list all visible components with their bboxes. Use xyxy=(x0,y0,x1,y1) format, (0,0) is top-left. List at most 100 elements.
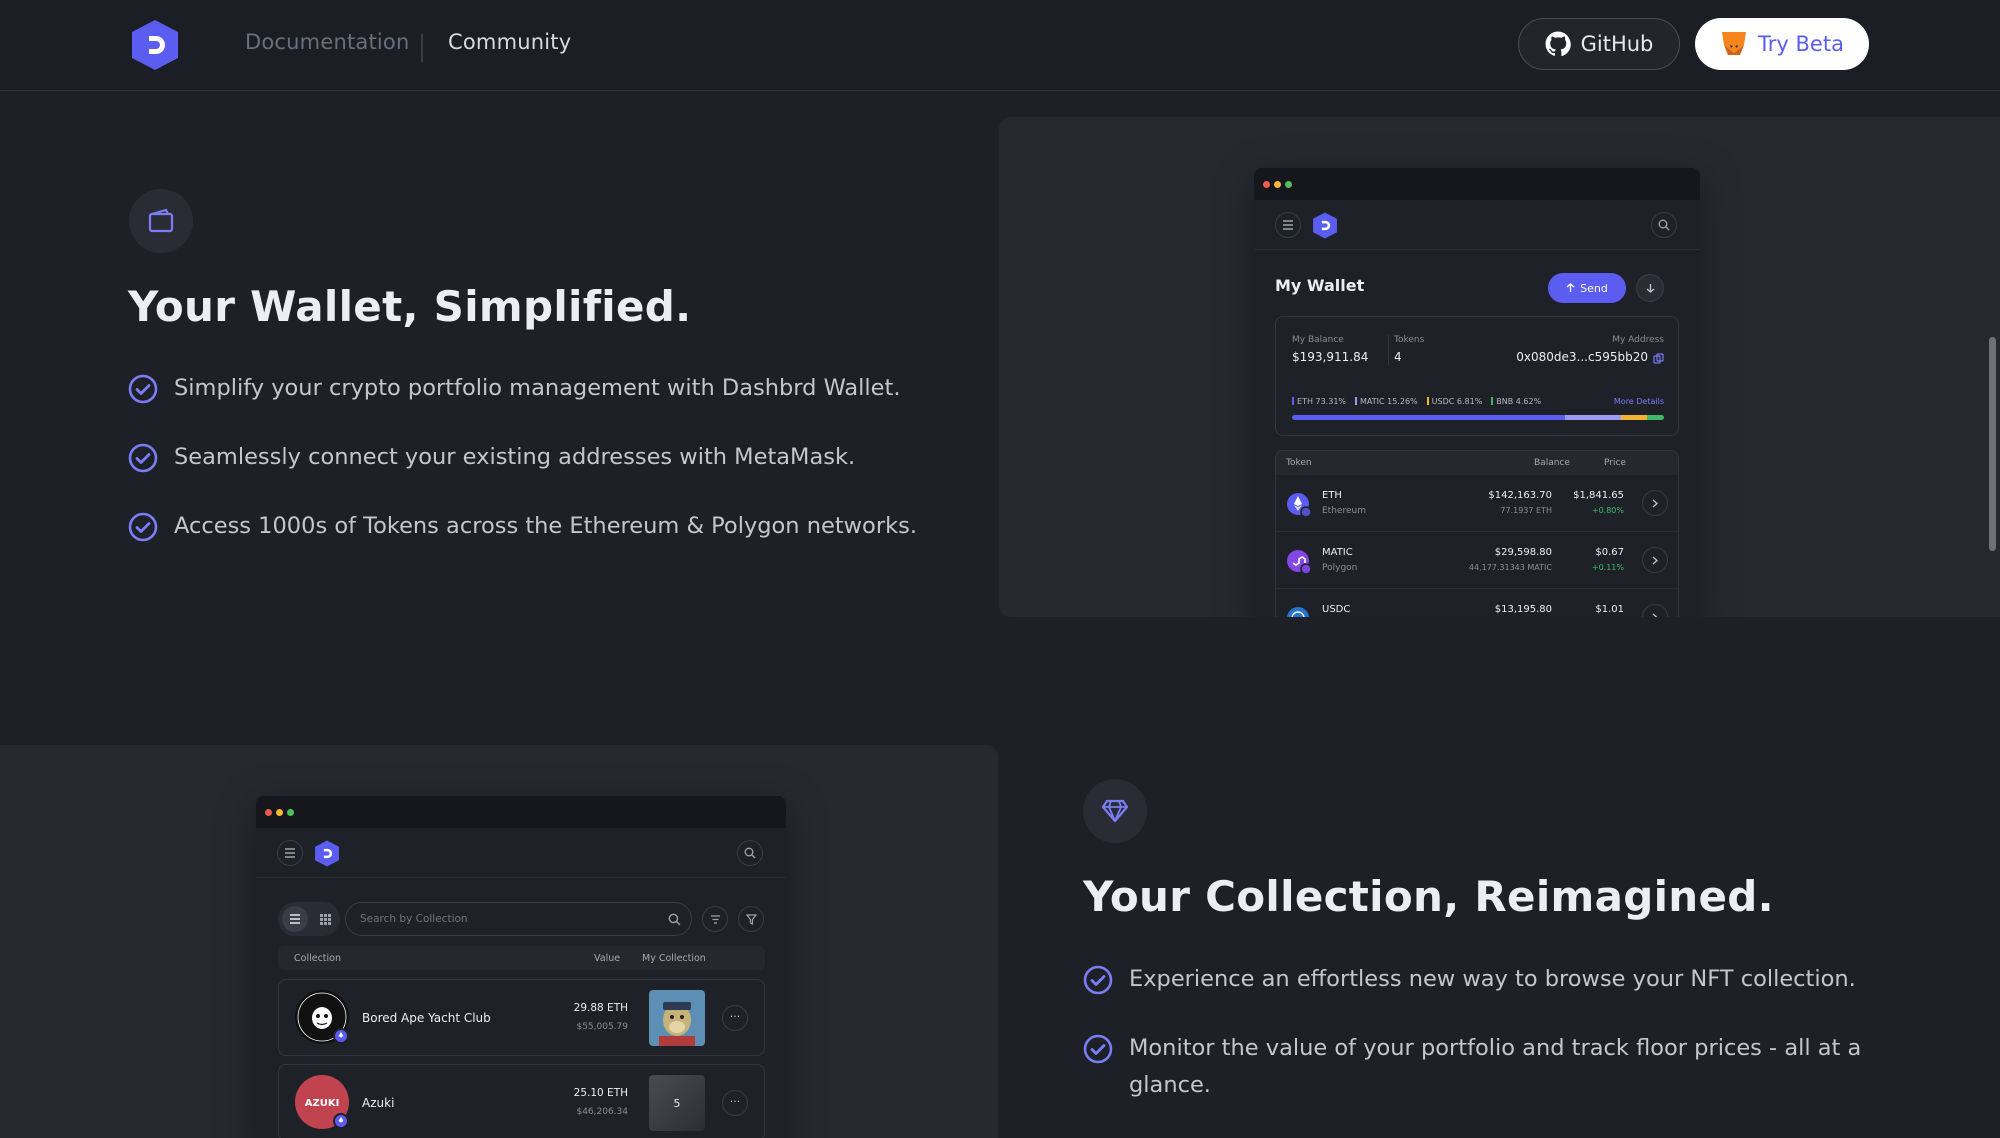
bayc-nft-thumbnail[interactable] xyxy=(649,990,705,1046)
divider xyxy=(1388,335,1389,365)
table-row[interactable]: ETH Ethereum $142,163.70 77.1937 ETH $1,… xyxy=(1276,475,1678,532)
token-network: Ethereum xyxy=(1322,506,1366,516)
menu-button[interactable] xyxy=(1275,212,1301,238)
token-table: Token Balance Price ETH Ethereum $142,16… xyxy=(1275,450,1679,617)
table-row[interactable]: Bored Ape Yacht Club 29.88 ETH $55,005.7… xyxy=(278,979,765,1056)
dashbrd-logo-icon[interactable] xyxy=(314,840,340,867)
try-beta-label: Try Beta xyxy=(1758,32,1844,56)
list-item: Seamlessly connect your existing address… xyxy=(128,439,988,476)
column-header-balance: Balance xyxy=(1534,458,1570,468)
github-button[interactable]: GitHub xyxy=(1518,18,1680,70)
allocation-bar-segment xyxy=(1292,415,1565,420)
list-item: Simplify your crypto portfolio managemen… xyxy=(128,370,988,407)
wallet-mock-window: My Wallet Send My Balance $193,911.84 To… xyxy=(1254,168,1700,617)
window-titlebar xyxy=(256,796,786,828)
collection-name: Bored Ape Yacht Club xyxy=(362,1011,491,1025)
table-row[interactable]: MATIC Polygon $29,598.80 44,177.31343 MA… xyxy=(1276,532,1678,589)
try-beta-button[interactable]: Try Beta xyxy=(1695,18,1869,70)
ellipsis-icon: ··· xyxy=(729,1094,741,1108)
metamask-fox-icon xyxy=(1722,32,1747,55)
hamburger-icon xyxy=(285,848,295,858)
window-titlebar xyxy=(1254,168,1700,200)
chevron-right-icon xyxy=(1652,499,1658,507)
collection-mock-window: Search by Collection Collection Value My… xyxy=(256,796,786,1138)
token-price: $1.01 xyxy=(1595,604,1624,615)
token-price-change: +0.80% xyxy=(1591,506,1624,515)
copy-icon[interactable] xyxy=(1653,353,1664,364)
top-navbar: Documentation Community GitHub Try Beta xyxy=(0,0,2000,91)
row-expand-button[interactable] xyxy=(1642,547,1668,573)
nav-documentation-link[interactable]: Documentation xyxy=(245,30,410,54)
row-more-button[interactable]: ··· xyxy=(722,1005,748,1031)
list-view-button[interactable] xyxy=(282,906,308,932)
send-button-label: Send xyxy=(1580,281,1608,295)
sort-button[interactable] xyxy=(702,906,728,932)
token-network: Polygon xyxy=(1322,563,1358,573)
azuki-collection-avatar: AZUKI xyxy=(295,1075,349,1129)
search-button[interactable] xyxy=(1651,212,1677,238)
address-value: 0x080de3...c595bb20 xyxy=(1516,350,1648,364)
diamond-icon xyxy=(1101,799,1129,823)
collection-mock-toolbar xyxy=(256,828,786,878)
dashbrd-logo-icon[interactable] xyxy=(1312,212,1338,239)
wallet-icon xyxy=(148,208,174,233)
column-header-token: Token xyxy=(1286,458,1312,468)
more-details-link[interactable]: More Details xyxy=(1614,397,1664,406)
table-row[interactable]: USDC $13,195.80 $1.01 xyxy=(1276,589,1678,617)
check-circle-icon xyxy=(1083,1034,1113,1064)
nft-count: 5 xyxy=(673,1096,681,1110)
column-header-price: Price xyxy=(1604,458,1626,468)
tokens-value: 4 xyxy=(1394,350,1402,364)
search-placeholder: Search by Collection xyxy=(360,913,468,925)
wallet-bullet-text: Seamlessly connect your existing address… xyxy=(174,444,856,470)
allocation-item-eth: ETH 73.31% xyxy=(1292,397,1346,406)
wallet-bullet-text: Simplify your crypto portfolio managemen… xyxy=(174,375,901,401)
allocation-item-bnb: BNB 4.62% xyxy=(1491,397,1541,406)
wallet-bullet-text: Access 1000s of Tokens across the Ethere… xyxy=(174,513,917,539)
row-expand-button[interactable] xyxy=(1642,604,1668,617)
token-price-change: +0.11% xyxy=(1591,563,1624,572)
collection-bullet-text: Experience an effortless new way to brow… xyxy=(1129,966,1856,992)
page-scrollbar-thumb[interactable] xyxy=(1989,337,1996,551)
azuki-logo-text: AZUKI xyxy=(305,1098,340,1109)
list-item: Access 1000s of Tokens across the Ethere… xyxy=(128,508,988,545)
collection-heading: Your Collection, Reimagined. xyxy=(1083,872,1774,921)
token-price: $1,841.65 xyxy=(1573,490,1624,501)
receive-button[interactable] xyxy=(1636,274,1664,302)
check-circle-icon xyxy=(128,374,158,404)
nav-community-link[interactable]: Community xyxy=(448,30,571,54)
filter-icon xyxy=(745,913,757,925)
token-table-header: Token Balance Price xyxy=(1276,451,1678,475)
address-label: My Address xyxy=(1612,335,1664,345)
allocation-bar-segment xyxy=(1646,415,1664,420)
filter-button[interactable] xyxy=(738,906,764,932)
close-dot xyxy=(265,809,272,816)
wallet-feature-icon-badge xyxy=(129,189,193,253)
sort-icon xyxy=(710,914,720,924)
token-symbol: USDC xyxy=(1322,604,1351,615)
list-view-icon xyxy=(290,914,300,924)
list-item: Monitor the value of your portfolio and … xyxy=(1083,1030,1883,1104)
token-balance: $13,195.80 xyxy=(1494,604,1552,615)
allocation-bar-segment xyxy=(1621,415,1647,420)
nft-count-thumbnail[interactable]: 5 xyxy=(649,1075,705,1131)
nav-divider xyxy=(421,34,423,62)
grid-view-button[interactable] xyxy=(312,906,338,932)
eth-token-icon xyxy=(1287,493,1312,518)
bayc-collection-avatar xyxy=(295,990,349,1044)
row-expand-button[interactable] xyxy=(1642,490,1668,516)
collection-table-header: Collection Value My Collection xyxy=(278,946,765,970)
collection-value: 29.88 ETH xyxy=(573,1002,628,1014)
send-button[interactable]: Send xyxy=(1548,273,1626,303)
search-button[interactable] xyxy=(737,840,763,866)
table-row[interactable]: AZUKI Azuki 25.10 ETH $46,206.34 5 ··· xyxy=(278,1064,765,1138)
dashbrd-logo-icon[interactable] xyxy=(130,19,180,71)
row-more-button[interactable]: ··· xyxy=(722,1090,748,1116)
search-input[interactable]: Search by Collection xyxy=(345,902,692,936)
column-header-value: Value xyxy=(594,953,621,964)
token-amount: 44,177.31343 MATIC xyxy=(1468,563,1552,572)
wallet-mock-toolbar xyxy=(1254,200,1700,250)
menu-button[interactable] xyxy=(277,840,303,866)
chevron-right-icon xyxy=(1652,613,1658,617)
token-amount: 77.1937 ETH xyxy=(1500,506,1552,515)
